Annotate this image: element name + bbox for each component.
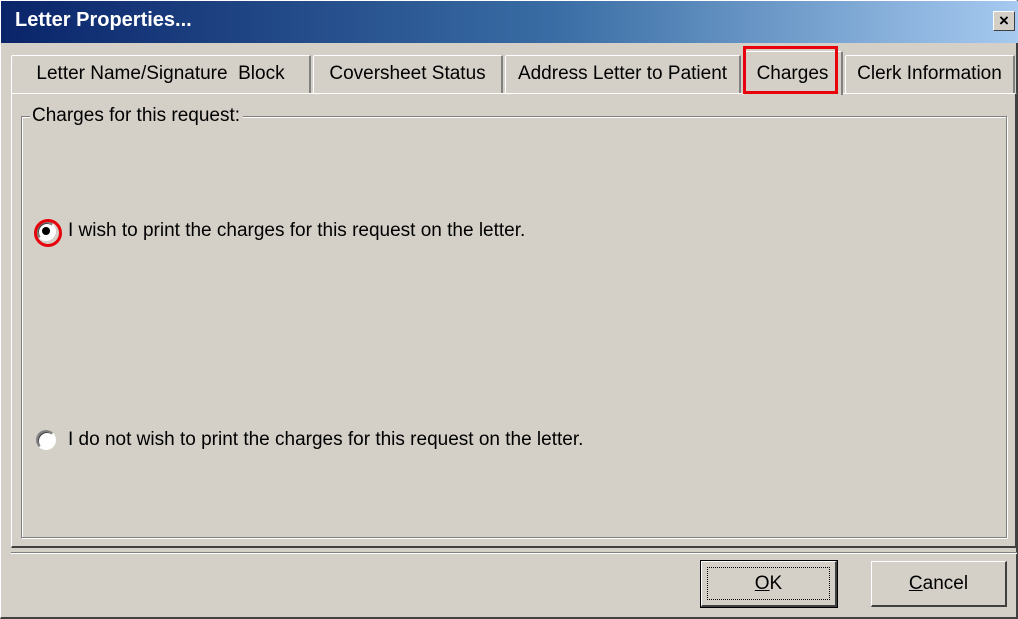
do-not-print-charges-option[interactable]: I do not wish to print the charges for t… (36, 429, 583, 451)
groupbox-label: Charges for this request: (30, 105, 244, 127)
cancel-label-rest: ancel (922, 572, 969, 594)
tab-label: Charges (756, 63, 829, 84)
cancel-label: Cancel (909, 573, 968, 595)
tab-label: Clerk Information (857, 63, 1002, 84)
print-charges-label: I wish to print the charges for this req… (68, 220, 526, 241)
footer-separator (11, 552, 1017, 554)
radio-button-unselected[interactable] (36, 430, 56, 450)
print-charges-option[interactable]: I wish to print the charges for this req… (34, 219, 526, 247)
ok-label-rest: K (769, 572, 783, 594)
dialog-title: Letter Properties... (15, 9, 192, 31)
charges-tab-panel: Charges for this request: I wish to prin… (11, 93, 1017, 548)
tab-address-letter-to-patient[interactable]: Address Letter to Patient (505, 55, 741, 93)
do-not-print-charges-label: I do not wish to print the charges for t… (68, 429, 584, 450)
cancel-button[interactable]: Cancel (871, 561, 1007, 607)
tab-label: Letter Name/Signature Block (36, 63, 285, 84)
tab-charges[interactable]: Charges (743, 51, 843, 95)
close-button[interactable]: × (993, 11, 1015, 31)
ok-label: OK (755, 573, 782, 595)
cancel-mnemonic: C (908, 572, 923, 594)
charges-groupbox: Charges for this request: I wish to prin… (21, 105, 1007, 538)
tab-label: Address Letter to Patient (517, 63, 728, 84)
radio-dot-icon (42, 227, 50, 235)
title-bar[interactable]: Letter Properties... × (1, 1, 1018, 43)
letter-properties-dialog: Letter Properties... × Letter Name/Signa… (0, 0, 1018, 619)
tab-clerk-information[interactable]: Clerk Information (845, 55, 1015, 93)
tab-label: Coversheet Status (329, 63, 486, 84)
close-icon: × (999, 11, 1009, 30)
ok-mnemonic: O (754, 572, 770, 594)
tab-coversheet-status[interactable]: Coversheet Status (313, 55, 503, 93)
tab-letter-name-signature-block[interactable]: Letter Name/Signature Block (11, 55, 311, 93)
radio-button-selected[interactable] (34, 219, 62, 247)
tab-strip: Letter Name/Signature Block Coversheet S… (11, 51, 1017, 95)
ok-button[interactable]: OK (700, 560, 838, 608)
